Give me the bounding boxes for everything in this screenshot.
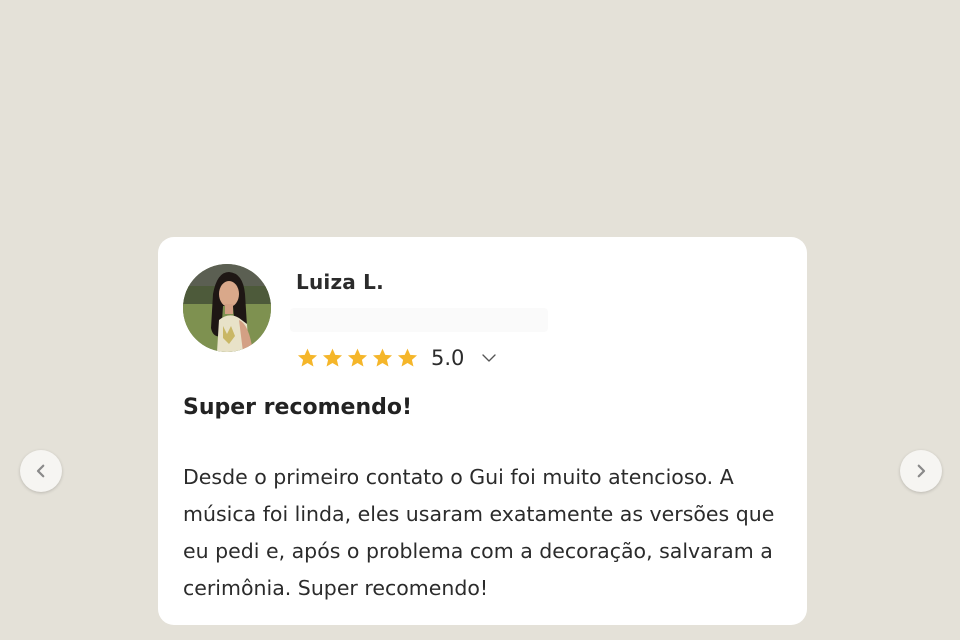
previous-review-button[interactable] bbox=[20, 450, 62, 492]
rating-row: 5.0 bbox=[296, 345, 498, 371]
star-icon bbox=[372, 348, 393, 367]
chevron-right-icon bbox=[917, 464, 926, 478]
avatar bbox=[183, 264, 271, 352]
review-card: Luiza L. 5.0 Super recomendo! Desde o pr… bbox=[158, 237, 807, 625]
next-review-button[interactable] bbox=[900, 450, 942, 492]
star-icon bbox=[347, 348, 368, 367]
rating-value: 5.0 bbox=[431, 346, 465, 370]
star-icon bbox=[322, 348, 343, 367]
chevron-down-icon[interactable] bbox=[480, 349, 498, 367]
review-carousel: Luiza L. 5.0 Super recomendo! Desde o pr… bbox=[0, 0, 960, 640]
star-icon bbox=[297, 348, 318, 367]
avatar-photo bbox=[183, 264, 271, 352]
review-body: Desde o primeiro contato o Gui foi muito… bbox=[183, 465, 775, 600]
star-icon bbox=[397, 348, 418, 367]
faded-subtitle-placeholder bbox=[290, 308, 548, 332]
reviewer-name: Luiza L. bbox=[296, 270, 384, 294]
review-title: Super recomendo! bbox=[183, 395, 413, 420]
chevron-left-icon bbox=[36, 464, 45, 478]
